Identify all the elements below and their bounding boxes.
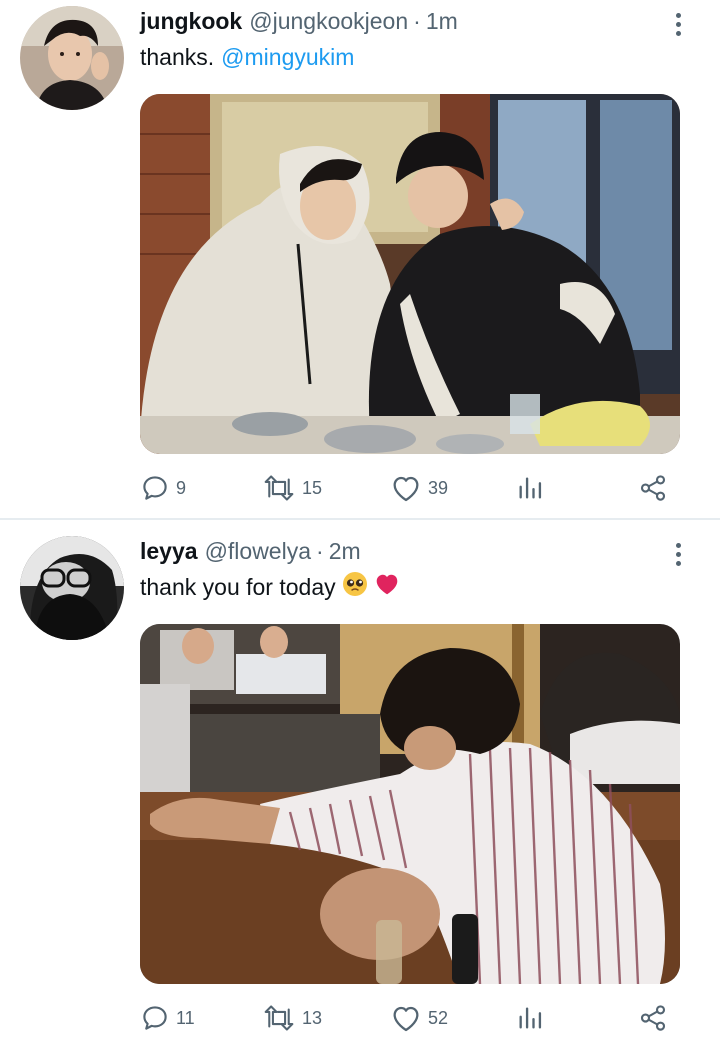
avatar-image (20, 6, 124, 110)
display-name[interactable]: jungkook (140, 8, 242, 35)
like-button[interactable]: 52 (390, 998, 448, 1038)
more-options-icon-dot (675, 560, 681, 566)
share-button[interactable] (638, 468, 668, 508)
more-options-icon-dot (675, 21, 681, 27)
pleading-face-emoji (342, 571, 368, 603)
more-options-icon-dot (675, 30, 681, 36)
avatar[interactable] (20, 536, 124, 640)
more-options-icon-dot (675, 551, 681, 557)
tweet-header: jungkook @jungkookjeon · 1m (140, 8, 458, 42)
reply-count: 9 (176, 477, 187, 498)
more-options-icon (675, 12, 681, 18)
like-button[interactable]: 39 (390, 468, 448, 508)
tweet-header: leyya @flowelya · 2m (140, 538, 361, 572)
comment-icon (143, 1006, 167, 1030)
retweet-count: 15 (302, 477, 323, 498)
tweet-photo[interactable] (140, 94, 680, 454)
retweet-icon (264, 475, 294, 501)
separator-dot: · (316, 538, 324, 564)
retweet-button[interactable]: 15 (262, 468, 322, 508)
separator-dot: · (413, 8, 421, 34)
tweet[interactable]: jungkook @jungkookjeon · 1m thanks. @min… (0, 0, 720, 518)
reply-button[interactable]: 9 (140, 468, 186, 508)
tweet[interactable]: leyya @flowelya · 2m thank you for today (0, 520, 720, 1041)
comment-icon (143, 476, 167, 500)
tweet-text: thank you for today (140, 572, 400, 602)
display-name[interactable]: leyya (140, 538, 198, 565)
retweet-count: 13 (302, 1007, 323, 1028)
avatar-image (20, 536, 124, 640)
avatar[interactable] (20, 6, 124, 110)
more-options-icon (675, 542, 681, 548)
like-count: 52 (428, 1007, 449, 1028)
analytics-button[interactable] (516, 468, 544, 508)
retweet-button[interactable]: 13 (262, 998, 322, 1038)
red-heart-emoji (374, 571, 400, 603)
share-icon (640, 475, 666, 501)
retweet-icon (264, 1005, 294, 1031)
tweet-actions: 9 15 39 (140, 468, 680, 508)
share-icon (640, 1005, 666, 1031)
timeline-feed: jungkook @jungkookjeon · 1m thanks. @min… (0, 0, 720, 1041)
timestamp[interactable]: 1m (426, 8, 458, 35)
tweet-text: thanks. @mingyukim (140, 42, 354, 72)
heart-icon (393, 1006, 419, 1032)
share-button[interactable] (638, 998, 668, 1038)
tweet-body: thank you for today (140, 573, 336, 600)
user-handle[interactable]: @jungkookjeon (249, 8, 408, 35)
more-options-button[interactable] (664, 7, 692, 41)
more-options-button[interactable] (664, 537, 692, 571)
analytics-icon (519, 1007, 542, 1029)
tweet-image (140, 624, 680, 984)
mention-link[interactable]: @mingyukim (221, 44, 354, 71)
timestamp[interactable]: 2m (329, 538, 361, 565)
tweet-actions: 11 13 52 (140, 998, 680, 1038)
reply-button[interactable]: 11 (140, 998, 195, 1038)
user-handle[interactable]: @flowelya (205, 538, 311, 565)
tweet-image (140, 94, 680, 454)
reply-count: 11 (176, 1007, 195, 1028)
analytics-icon (519, 477, 542, 499)
tweet-photo[interactable] (140, 624, 680, 984)
like-count: 39 (428, 477, 449, 498)
tweet-body: thanks. (140, 43, 215, 70)
heart-icon (393, 476, 419, 502)
analytics-button[interactable] (516, 998, 544, 1038)
